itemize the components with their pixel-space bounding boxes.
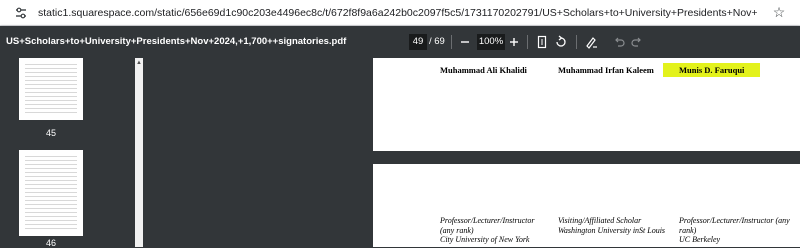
signatory-rank: (any rank)	[440, 225, 474, 235]
page-thumbnail[interactable]	[19, 58, 83, 120]
toolbar-divider	[527, 35, 528, 49]
site-settings-icon[interactable]	[14, 6, 28, 20]
document-viewer[interactable]: Muhammad Ali Khalidi Muhammad Irfan Kale…	[143, 58, 800, 247]
signatory-rank: rank)	[679, 225, 697, 235]
pdf-page: Professor/Lecturer/Instructor (any rank)…	[373, 164, 800, 247]
signatory-role: Professor/Lecturer/Instructor	[440, 216, 535, 225]
signatory-name: Muhammad Irfan Kaleem	[558, 65, 654, 75]
zoom-input[interactable]: 100%	[477, 34, 505, 50]
signatory-entry: Professor/Lecturer/Instructor (any rank)…	[440, 216, 535, 245]
signatory-entry: Professor/Lecturer/Instructor (any rank)…	[679, 216, 790, 245]
pdf-toolbar: US+Scholars+to+University+Presidents+Nov…	[0, 26, 800, 58]
fit-to-page-icon[interactable]	[534, 34, 550, 50]
annotate-pen-icon[interactable]	[584, 34, 600, 50]
undo-icon[interactable]	[611, 34, 627, 50]
thumbnail-sidebar: 45 46	[0, 58, 135, 248]
toolbar-divider	[576, 35, 577, 49]
page-total: / 69	[429, 36, 445, 47]
signatory-institution: City University of New York	[440, 235, 530, 244]
thumbnail-content	[25, 64, 77, 114]
sidebar-scrollbar[interactable]: ▲	[135, 58, 143, 247]
rotate-icon[interactable]	[553, 34, 569, 50]
thumbnail-page-number: 45	[45, 128, 56, 138]
signatory-role: Professor/Lecturer/Instructor (any	[679, 216, 790, 225]
url-text[interactable]: static1.squarespace.com/static/656e69d1c…	[38, 6, 758, 20]
highlighted-signatory-name: Munis D. Faruqui	[663, 63, 761, 77]
bookmark-star-icon[interactable]: ☆	[771, 4, 787, 20]
address-bar[interactable]: static1.squarespace.com/static/656e69d1c…	[0, 0, 800, 26]
pdf-page: Muhammad Ali Khalidi Muhammad Irfan Kale…	[373, 58, 800, 151]
thumbnail-content	[25, 156, 77, 230]
toolbar-divider	[451, 35, 452, 49]
signatory-name: Muhammad Ali Khalidi	[440, 65, 527, 75]
signatory-role: Visiting/Affiliated Scholar	[558, 216, 642, 225]
page-number-input[interactable]: 49	[409, 34, 427, 50]
signatory-entry: Visiting/Affiliated Scholar Washington U…	[558, 216, 665, 235]
signatory-institution: UC Berkeley	[679, 235, 721, 244]
zoom-in-button[interactable]	[506, 34, 522, 50]
signatory-institution: Washington University inSt Louis	[558, 225, 666, 235]
scroll-up-arrow-icon[interactable]: ▲	[135, 58, 143, 68]
redo-icon[interactable]	[629, 34, 645, 50]
page-thumbnail[interactable]	[19, 150, 83, 236]
pdf-title: US+Scholars+to+University+Presidents+Nov…	[6, 36, 347, 47]
zoom-out-button[interactable]	[457, 34, 473, 50]
